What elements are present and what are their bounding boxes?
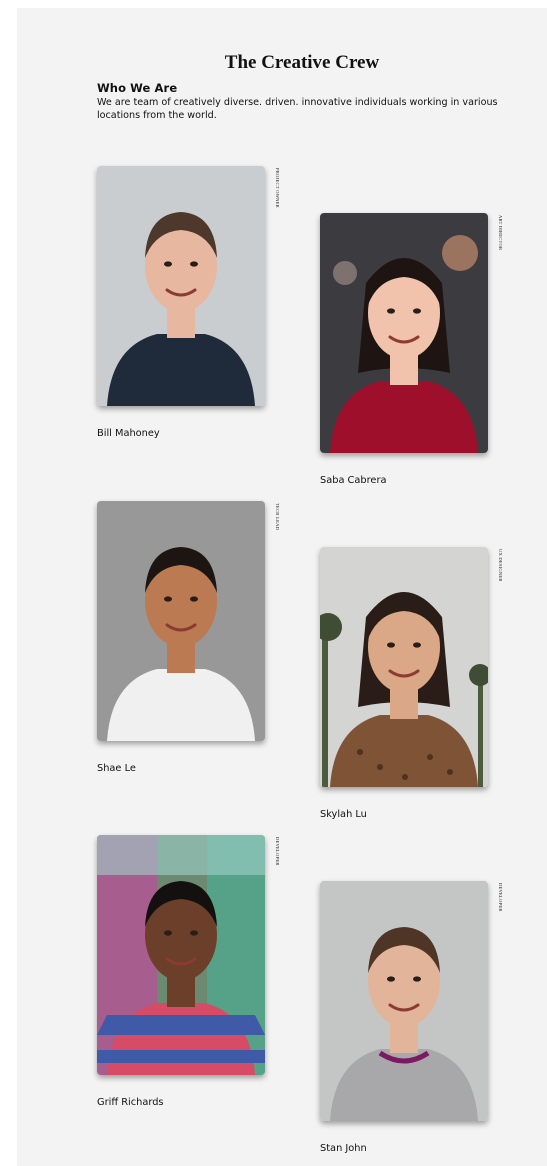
portrait-man-polo-shirt <box>97 166 265 406</box>
member-role: Developer <box>498 883 503 912</box>
portrait-man-striped-shirt <box>97 835 265 1075</box>
page-title: The Creative Crew <box>224 52 380 73</box>
member-name: Bill Mahoney <box>97 428 160 439</box>
member-role: Project Owner <box>275 168 280 208</box>
portrait-man-white-tshirt <box>97 501 265 741</box>
member-role: Developer <box>275 837 280 866</box>
portrait-woman-leopard-top <box>320 547 488 787</box>
member-role: Art Director <box>498 215 503 251</box>
portrait-woman-red-sweater <box>320 213 488 453</box>
member-name: Shae Le <box>97 763 136 774</box>
member-name: Skylah Lu <box>320 809 367 820</box>
member-name: Stan John <box>320 1143 367 1154</box>
member-name: Saba Cabrera <box>320 475 387 486</box>
member-role: Tech Lead <box>275 503 280 531</box>
member-name: Griff Richards <box>97 1097 164 1108</box>
member-role: UX Designer <box>498 549 503 582</box>
portrait-man-grey-sweater <box>320 881 488 1121</box>
section-heading: Who We Are <box>97 81 178 95</box>
intro-paragraph: We are team of creatively diverse. drive… <box>97 97 498 121</box>
team-page: The Creative Crew Who We Are We are team… <box>17 8 547 1166</box>
